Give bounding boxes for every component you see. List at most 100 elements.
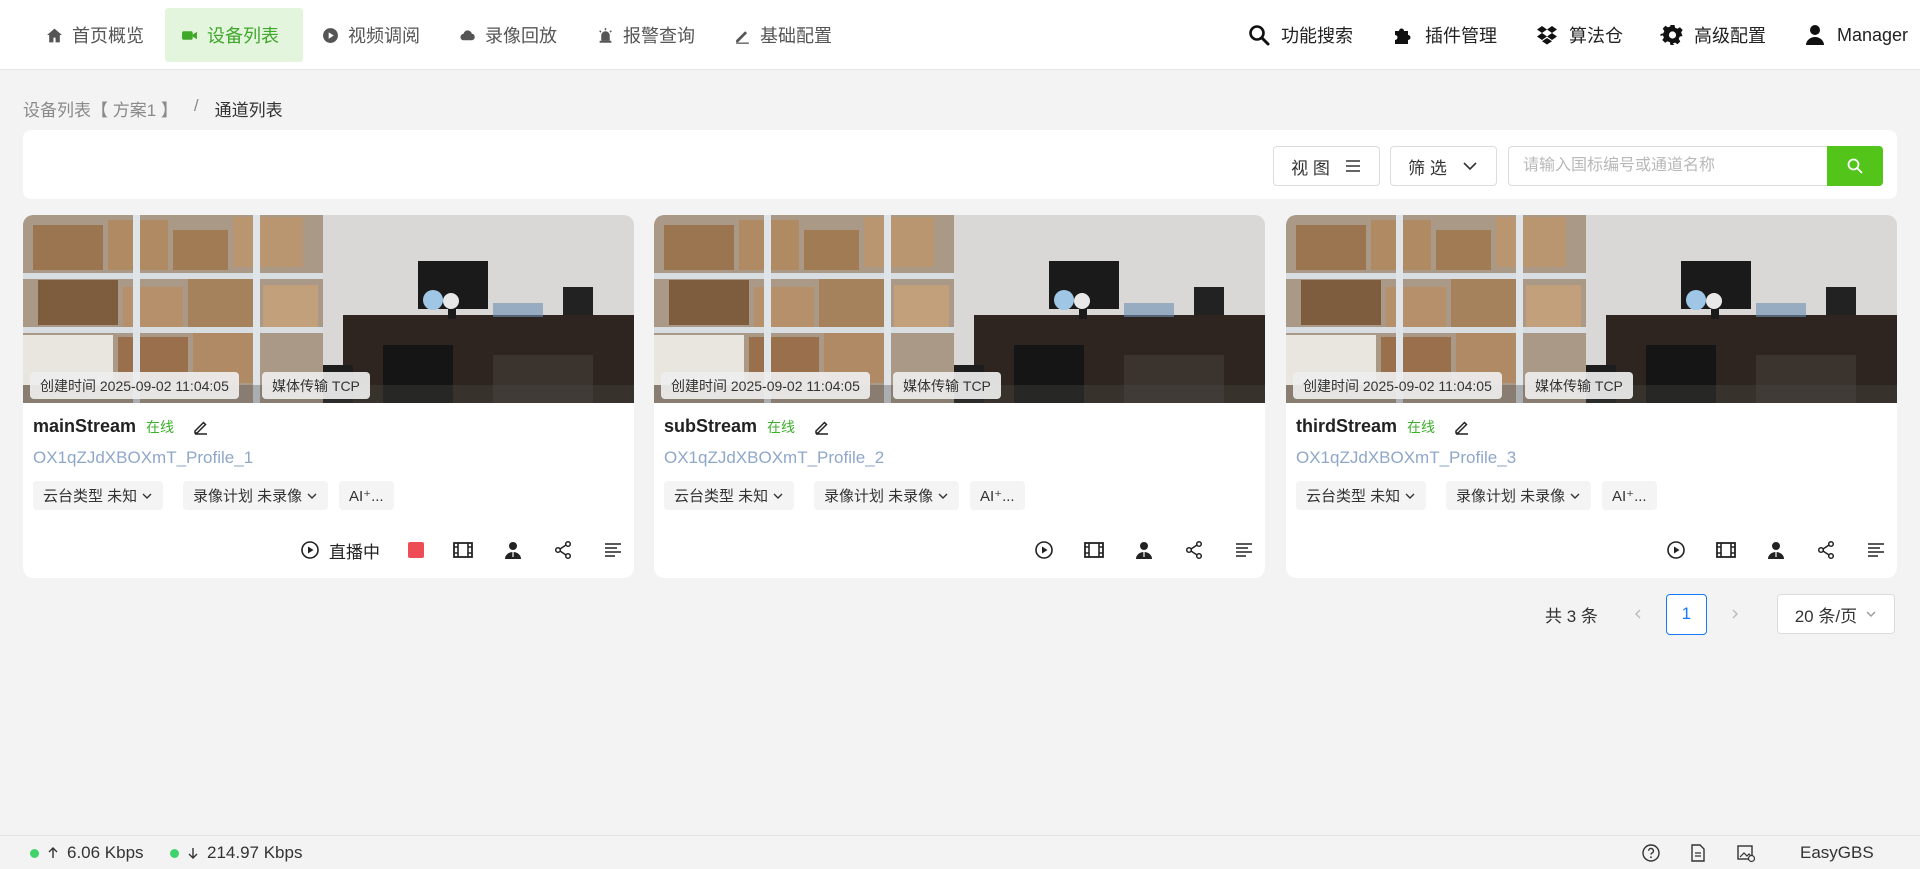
edit-icon[interactable] — [813, 418, 831, 436]
nav-item-label: 首页概览 — [72, 26, 144, 46]
ptz-type-dropdown[interactable]: 云台类型 未知 — [33, 481, 164, 510]
channel-profile-id[interactable]: OX1qZJdXBOXmT_Profile_2 — [664, 448, 884, 468]
nav-item-device-list[interactable]: 设备列表 — [165, 8, 303, 62]
card-actions — [1665, 537, 1887, 563]
alarm-icon — [599, 27, 612, 43]
channel-profile-id[interactable]: OX1qZJdXBOXmT_Profile_1 — [33, 448, 253, 468]
transport-tag: 媒体传输 TCP — [893, 372, 1001, 399]
details-icon[interactable] — [1865, 539, 1887, 561]
play-circle-icon[interactable] — [1033, 539, 1055, 561]
search-icon — [1249, 25, 1270, 46]
ai-chip[interactable]: AI⁺... — [1602, 481, 1657, 510]
tool-algorithm-store[interactable]: 算法仓 — [1535, 14, 1623, 56]
nav-item-alarm[interactable]: 报警查询 — [581, 8, 711, 62]
download-rate-value: 214.97 Kbps — [207, 843, 303, 862]
film-icon[interactable] — [1083, 539, 1105, 561]
arrow-down-icon — [188, 848, 198, 859]
details-icon[interactable] — [1233, 539, 1255, 561]
ptz-type-dropdown[interactable]: 云台类型 未知 — [664, 481, 795, 510]
card-title: thirdStream 在线 — [1296, 416, 1471, 437]
breadcrumb: 设备列表【 方案1 】 / 通道列表 — [23, 96, 283, 121]
view-button[interactable]: 视 图 — [1273, 146, 1380, 186]
search-icon — [1847, 158, 1863, 174]
record-plan-label: 录像计划 未录像 — [193, 488, 303, 505]
channel-card: 创建时间 2025-09-02 11:04:05 媒体传输 TCP subStr… — [654, 215, 1265, 578]
filter-dropdown[interactable]: 筛 选 — [1390, 146, 1497, 186]
channel-name: mainStream — [33, 416, 137, 436]
transport-tag: 媒体传输 TCP — [1525, 372, 1633, 399]
record-plan-dropdown[interactable]: 录像计划 未录像 — [183, 481, 329, 510]
record-plan-dropdown[interactable]: 录像计划 未录像 — [1446, 481, 1592, 510]
tool-advanced-config[interactable]: 高级配置 — [1660, 14, 1766, 56]
tool-label: 高级配置 — [1694, 26, 1766, 46]
pagination: 共 3 条 1 20 条/页 — [1545, 593, 1895, 635]
edit-icon[interactable] — [192, 418, 210, 436]
search-input[interactable] — [1508, 146, 1827, 186]
created-time-tag: 创建时间 2025-09-02 11:04:05 — [1293, 372, 1502, 399]
status-badge: 在线 — [1407, 418, 1436, 435]
stop-record-button[interactable] — [408, 542, 424, 558]
tool-plugin-manage[interactable]: 插件管理 — [1391, 14, 1497, 56]
document-icon[interactable] — [1688, 843, 1708, 863]
film-icon[interactable] — [1715, 539, 1737, 561]
list-icon — [1345, 160, 1360, 172]
share-icon[interactable] — [1815, 539, 1837, 561]
user-icon[interactable] — [1765, 539, 1787, 561]
record-plan-label: 录像计划 未录像 — [824, 488, 934, 505]
ptz-type-label: 云台类型 未知 — [1306, 488, 1401, 505]
card-title: subStream 在线 — [664, 416, 831, 437]
created-time-tag: 创建时间 2025-09-02 11:04:05 — [30, 372, 239, 399]
record-plan-dropdown[interactable]: 录像计划 未录像 — [814, 481, 960, 510]
channel-name: subStream — [664, 416, 758, 436]
ai-chip[interactable]: AI⁺... — [339, 481, 394, 510]
tool-user-menu[interactable]: Manager — [1803, 14, 1908, 56]
ptz-type-label: 云台类型 未知 — [674, 488, 769, 505]
status-footer: 6.06 Kbps 214.97 Kbps EasyGBS — [0, 835, 1920, 869]
page-size-label: 20 条/页 — [1794, 606, 1858, 626]
ptz-type-dropdown[interactable]: 云台类型 未知 — [1296, 481, 1427, 510]
nav-item-video-view[interactable]: 视频调阅 — [306, 8, 436, 62]
nav-item-home[interactable]: 首页概览 — [30, 8, 160, 62]
chevron-down-icon — [1463, 162, 1477, 171]
page-number-button[interactable]: 1 — [1665, 593, 1707, 635]
play-circle-icon — [323, 27, 338, 43]
online-dot — [170, 848, 179, 858]
upload-rate: 6.06 Kbps — [30, 836, 144, 869]
search-button[interactable] — [1827, 146, 1883, 186]
filter-dropdown-label: 筛 选 — [1408, 158, 1447, 178]
view-button-label: 视 图 — [1291, 158, 1330, 178]
film-icon[interactable] — [452, 539, 474, 561]
details-icon[interactable] — [602, 539, 624, 561]
page-size-select[interactable]: 20 条/页 — [1776, 594, 1895, 634]
breadcrumb-current: 通道列表 — [214, 101, 283, 120]
live-play-button[interactable]: 直播中 — [299, 538, 380, 563]
channel-profile-id[interactable]: OX1qZJdXBOXmT_Profile_3 — [1296, 448, 1516, 468]
image-settings-icon[interactable] — [1736, 843, 1756, 863]
edit-icon[interactable] — [1453, 418, 1471, 436]
ai-chip[interactable]: AI⁺... — [970, 481, 1025, 510]
breadcrumb-parent[interactable]: 设备列表【 方案1 】 — [23, 96, 178, 121]
next-page-button[interactable] — [1719, 594, 1751, 634]
share-icon[interactable] — [552, 539, 574, 561]
card-actions — [1033, 537, 1255, 563]
nav-item-basic-config[interactable]: 基础配置 — [718, 8, 848, 62]
play-circle-icon — [301, 541, 319, 559]
tool-label: Manager — [1837, 24, 1909, 45]
user-icon[interactable] — [502, 539, 524, 561]
chevron-right-icon — [1732, 609, 1738, 619]
tool-function-search[interactable]: 功能搜索 — [1247, 14, 1353, 56]
home-icon — [47, 28, 62, 42]
status-badge: 在线 — [146, 418, 175, 435]
share-icon[interactable] — [1183, 539, 1205, 561]
card-actions: 直播中 — [299, 537, 624, 563]
prev-page-button[interactable] — [1622, 594, 1654, 634]
card-title: mainStream 在线 — [33, 416, 210, 437]
puzzle-icon — [1395, 28, 1411, 44]
play-circle-icon[interactable] — [1665, 539, 1687, 561]
nav-item-playback[interactable]: 录像回放 — [443, 8, 573, 62]
gear-icon — [1660, 25, 1683, 45]
user-icon[interactable] — [1133, 539, 1155, 561]
channel-name: thirdStream — [1296, 416, 1398, 436]
brand-name: EasyGBS — [1800, 843, 1874, 862]
help-icon[interactable] — [1641, 843, 1661, 863]
